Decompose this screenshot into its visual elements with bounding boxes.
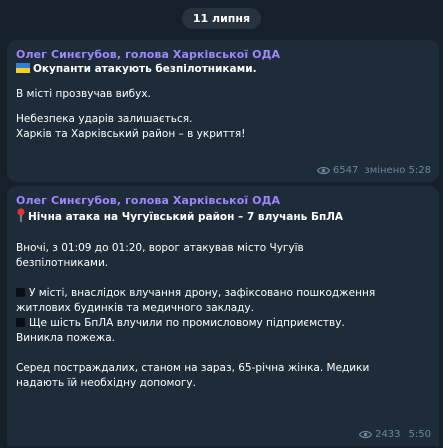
message-meta: 2433 5:50 [359,429,431,440]
message-title-row: Окупанти атакують безпілотниками. [16,62,430,77]
message-text-line: Серед постраждалих, станом на зараз, 65-… [16,362,370,374]
message-text-line: житлових будинків та медичного закладу. [16,302,254,314]
eye-icon [359,430,373,439]
view-count: 6547 [332,165,359,176]
message-text-line: Небезпека ударів залишається. [16,113,193,125]
bullet-text: Ще шість БпЛА влучили по промисловому пі… [29,317,345,329]
flag-icon [16,63,30,73]
message-bubble[interactable]: Олег Синєгубов, голова Харківської ОДА Н… [7,186,439,446]
message-author[interactable]: Олег Синєгубов, голова Харківської ОДА [16,193,430,208]
message-title: Нічна атака на Чугуївський район – 7 влу… [28,211,344,223]
message-time: 5:50 [408,429,431,440]
message-text-line: Харків та Харківський район – в укриття! [16,128,246,140]
black-square-icon [16,318,25,327]
message-title: Окупанти атакують безпілотниками. [33,63,257,75]
black-square-icon [16,288,25,297]
message-text-line: У місті, внаслідок влучання дрону, зафік… [16,286,430,301]
view-count: 2433 [375,429,401,440]
date-divider: 11 липня [0,7,443,29]
message-text-line: Вночі, з 01:09 до 01:20, ворог атакував … [16,242,304,254]
message-author[interactable]: Олег Синєгубов, голова Харківської ОДА [16,47,430,62]
message-title-row: Нічна атака на Чугуївський район – 7 влу… [16,208,430,225]
pin-icon [17,208,25,222]
message-meta: 6547 змінено 5:28 [316,165,431,176]
edited-time: змінено 5:28 [364,165,431,176]
message-text-line: В місті прозвучав вибух. [16,88,151,100]
message-text-line: безпілотниками. [16,257,109,269]
eye-icon [316,166,330,175]
message-text-line: надають їй необхідну допомогу. [16,377,196,389]
message-bubble[interactable]: Олег Синєгубов, голова Харківської ОДА О… [7,40,439,182]
bullet-text: У місті, внаслідок влучання дрону, зафік… [29,287,376,299]
message-text-line: Виникла пожежа. [16,332,115,344]
date-pill: 11 липня [181,8,262,29]
message-text-line: Ще шість БпЛА влучили по промисловому пі… [16,316,430,331]
